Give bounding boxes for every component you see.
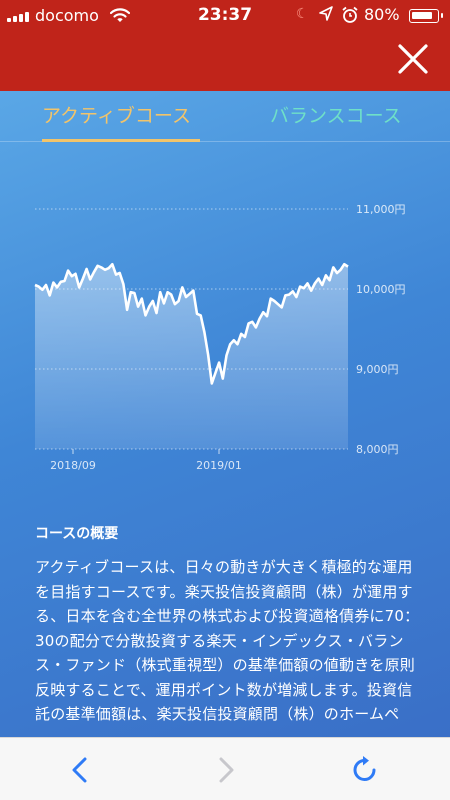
battery-icon — [409, 9, 443, 23]
back-icon[interactable] — [66, 755, 96, 785]
forward-icon[interactable] — [210, 755, 240, 785]
browser-toolbar — [0, 737, 450, 800]
do-not-disturb-icon: ☾ — [296, 6, 309, 22]
y-tick-label: 8,000円 — [356, 443, 399, 456]
alarm-icon — [342, 6, 358, 23]
tab-balance-course[interactable]: バランスコース — [270, 101, 402, 128]
reload-icon[interactable] — [350, 755, 380, 785]
y-tick-label: 10,000円 — [356, 283, 406, 296]
tab-label: アクティブコース — [42, 105, 191, 127]
overview-heading: コースの概要 — [35, 526, 119, 542]
course-panel: アクティブコース バランスコース 11,000円 10,000円 9,000円 8,0… — [0, 91, 450, 737]
x-tick-label: 2018/09 — [50, 459, 96, 472]
status-bar: docomo 23:37 ☾ 80% — [0, 0, 450, 32]
top-bar: docomo 23:37 ☾ 80% — [0, 0, 450, 91]
tab-active-course[interactable]: アクティブコース — [42, 101, 200, 142]
course-overview: コースの概要 アクティブコースは、日々の動きが大きく積極的な運用を目指すコースで… — [35, 523, 420, 727]
tab-label: バランスコース — [270, 105, 402, 127]
y-tick-label: 9,000円 — [356, 363, 399, 376]
price-chart: 11,000円 10,000円 9,000円 8,000円 2018/09 2019/01 — [34, 203, 406, 472]
x-tick-label: 2019/01 — [196, 459, 242, 472]
battery-percentage: 80% — [364, 5, 400, 24]
overview-body: アクティブコースは、日々の動きが大きく積極的な運用を目指すコースです。楽天投信投… — [35, 558, 420, 723]
course-tabs: アクティブコース バランスコース — [0, 91, 450, 142]
location-icon — [319, 6, 333, 21]
close-icon[interactable] — [396, 42, 430, 76]
y-tick-label: 11,000円 — [356, 203, 406, 216]
